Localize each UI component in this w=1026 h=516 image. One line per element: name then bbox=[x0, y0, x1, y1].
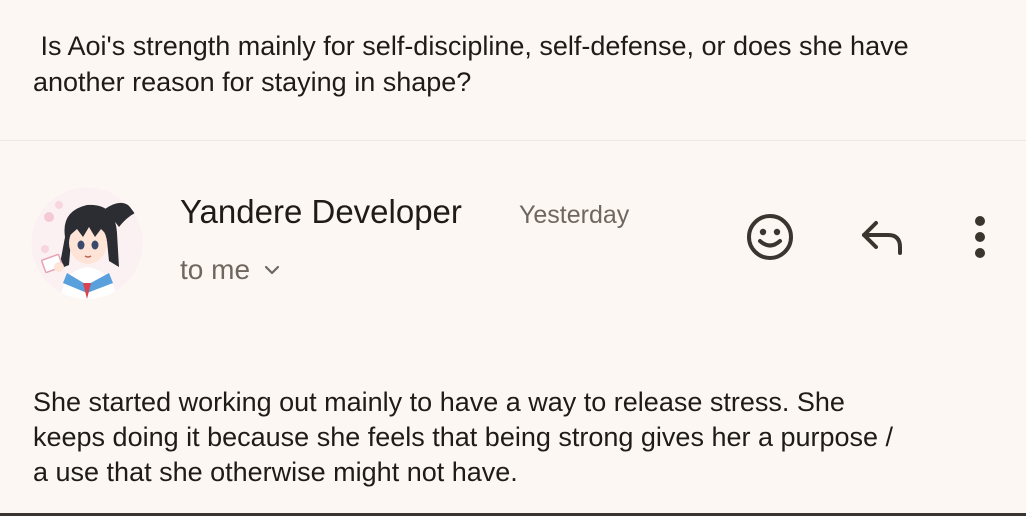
timestamp: Yesterday bbox=[519, 201, 630, 229]
email-body: She started working out mainly to have a… bbox=[33, 385, 993, 490]
email-body-line: keeps doing it because she feels that be… bbox=[33, 422, 894, 452]
email-view: Is Aoi's strength mainly for self-discip… bbox=[0, 0, 1026, 516]
email-body-line: a use that she otherwise might not have. bbox=[33, 457, 518, 487]
emoji-reaction-icon bbox=[747, 214, 793, 260]
email-body-line: She started working out mainly to have a… bbox=[33, 387, 845, 417]
divider bbox=[0, 140, 1026, 141]
reply-icon bbox=[862, 221, 902, 255]
avatar-image bbox=[31, 187, 143, 299]
recipient-label: to me bbox=[180, 254, 251, 285]
sender-name[interactable]: Yandere Developer bbox=[180, 192, 462, 232]
add-reaction-button[interactable] bbox=[742, 209, 798, 265]
chevron-down-icon bbox=[264, 265, 280, 275]
reply-button[interactable] bbox=[854, 212, 910, 262]
more-options-button[interactable] bbox=[960, 209, 1000, 265]
more-vert-icon bbox=[975, 216, 985, 258]
avatar[interactable] bbox=[31, 187, 143, 299]
recipient-details-toggle[interactable]: to me bbox=[180, 252, 282, 288]
quoted-message: Is Aoi's strength mainly for self-discip… bbox=[33, 31, 917, 97]
